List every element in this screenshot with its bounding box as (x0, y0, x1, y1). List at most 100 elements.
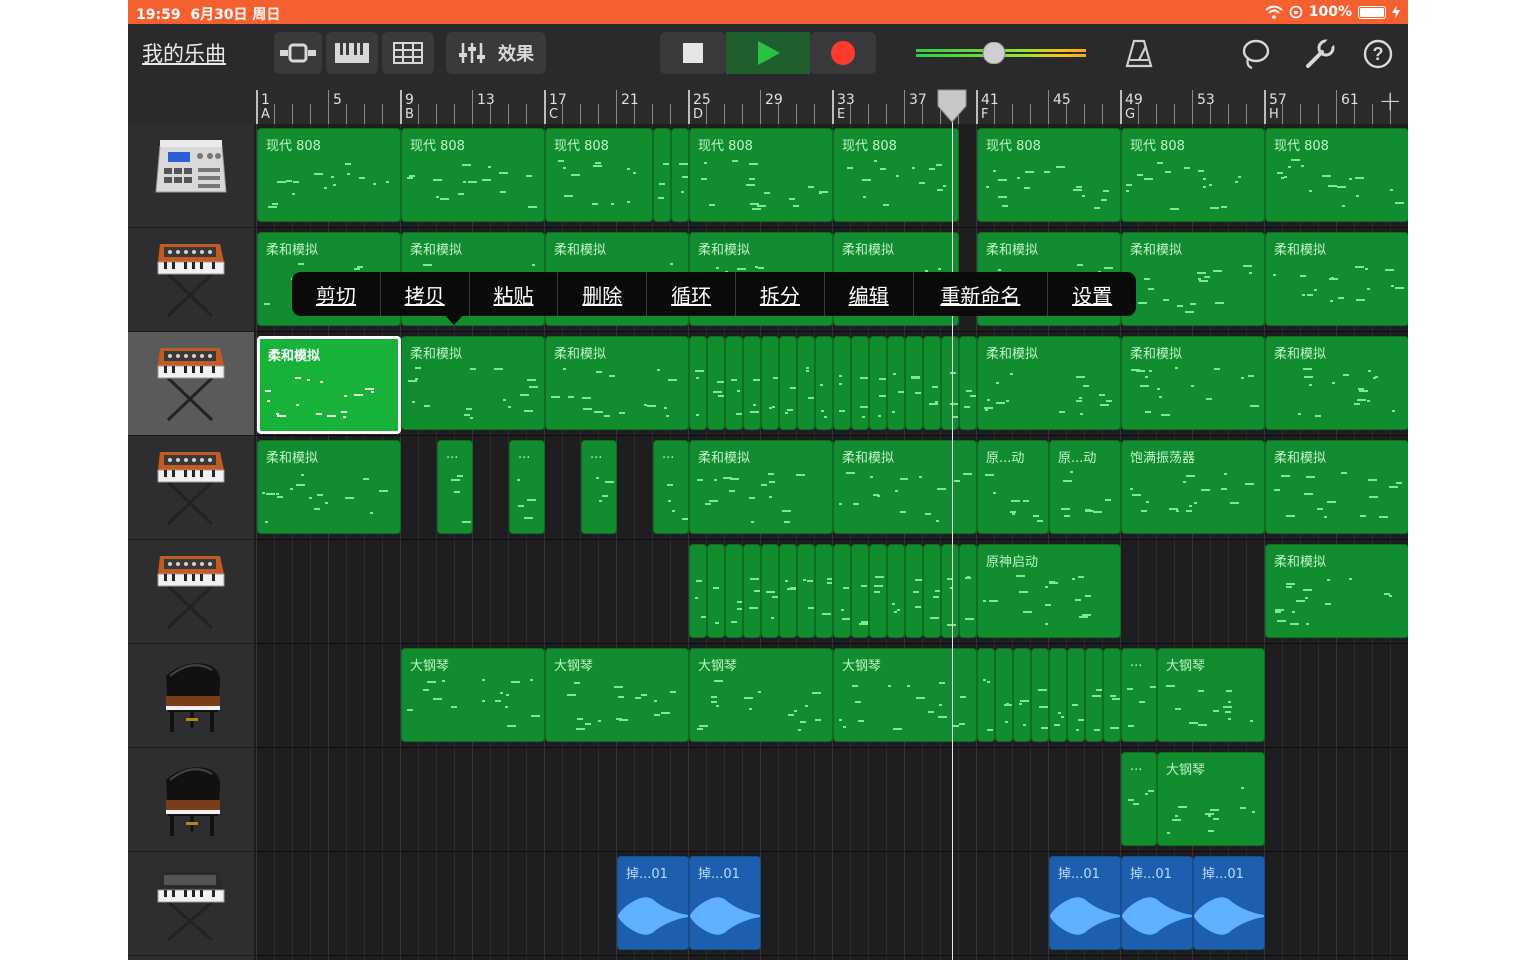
midi-region[interactable] (743, 544, 761, 638)
menu-item-6[interactable]: 编辑 (825, 272, 914, 316)
midi-region[interactable] (797, 336, 815, 430)
mixer-effects-button[interactable]: 效果 (446, 32, 546, 74)
midi-region[interactable]: 原神启动 (977, 544, 1121, 638)
midi-region[interactable] (1031, 648, 1049, 742)
midi-region[interactable] (761, 544, 779, 638)
midi-region[interactable]: 柔和模拟 (257, 336, 401, 434)
midi-region[interactable] (887, 544, 905, 638)
midi-region[interactable]: 现代 808 (545, 128, 653, 222)
midi-region[interactable]: 原...动 (1049, 440, 1121, 534)
loop-browser-button[interactable] (1240, 38, 1272, 70)
midi-region[interactable]: 柔和模拟 (1265, 544, 1408, 638)
track-header[interactable] (128, 124, 254, 228)
track-header[interactable] (128, 852, 254, 956)
midi-region[interactable] (761, 336, 779, 430)
midi-region[interactable]: 柔和模拟 (977, 336, 1121, 430)
track-header[interactable] (128, 228, 254, 332)
midi-region[interactable]: 柔和模拟 (1265, 336, 1408, 430)
play-button[interactable] (726, 32, 810, 74)
midi-region[interactable] (923, 336, 941, 430)
midi-region[interactable] (725, 544, 743, 638)
midi-region[interactable]: 柔和模拟 (833, 440, 977, 534)
midi-region[interactable]: 柔和模拟 (401, 336, 545, 430)
midi-region[interactable] (1103, 648, 1121, 742)
midi-region[interactable] (671, 128, 689, 222)
midi-region[interactable]: 柔和模拟 (1265, 440, 1408, 534)
keyboard-view-button[interactable] (326, 32, 378, 74)
audio-region[interactable]: 掉...01 (689, 856, 761, 950)
menu-item-7[interactable]: 重新命名 (914, 272, 1049, 316)
track-header[interactable] (128, 644, 254, 748)
browser-button[interactable] (274, 32, 322, 74)
midi-region[interactable] (905, 336, 923, 430)
midi-region[interactable] (1049, 648, 1067, 742)
midi-region[interactable] (1085, 648, 1103, 742)
midi-region[interactable]: 现代 808 (689, 128, 833, 222)
menu-item-0[interactable]: 剪切 (292, 272, 381, 316)
audio-region[interactable]: 掉...01 (1193, 856, 1265, 950)
midi-region[interactable]: ... (437, 440, 473, 534)
midi-region[interactable] (959, 544, 977, 638)
track-header[interactable] (128, 332, 254, 436)
midi-region[interactable] (779, 544, 797, 638)
midi-region[interactable] (1067, 648, 1085, 742)
playhead-handle[interactable] (936, 88, 968, 124)
audio-region[interactable]: 掉...01 (617, 856, 689, 950)
midi-region[interactable] (815, 544, 833, 638)
midi-region[interactable] (905, 544, 923, 638)
audio-region[interactable]: 掉...01 (1121, 856, 1193, 950)
add-section-button[interactable]: + (1379, 84, 1402, 117)
help-button[interactable]: ? (1362, 38, 1394, 70)
midi-region[interactable]: 柔和模拟 (545, 336, 689, 430)
track-header[interactable] (128, 748, 254, 852)
midi-region[interactable]: 柔和模拟 (689, 440, 833, 534)
menu-item-1[interactable]: 拷贝 (381, 272, 470, 316)
settings-button[interactable] (1304, 38, 1336, 70)
midi-region[interactable] (689, 336, 707, 430)
tracks-area[interactable]: 现代 808 现代 808 现代 808 现代 808 现代 808 现代 808 现代 8… (256, 124, 1408, 960)
midi-region[interactable]: 现代 808 (401, 128, 545, 222)
midi-region[interactable] (887, 336, 905, 430)
midi-region[interactable]: 现代 808 (1265, 128, 1408, 222)
my-songs-button[interactable]: 我的乐曲 (142, 38, 226, 68)
midi-region[interactable]: 饱满振荡器 (1121, 440, 1265, 534)
midi-region[interactable] (689, 544, 707, 638)
midi-region[interactable] (1013, 648, 1031, 742)
midi-region[interactable] (779, 336, 797, 430)
midi-region[interactable] (869, 336, 887, 430)
midi-region[interactable]: 大钢琴 (689, 648, 833, 742)
midi-region[interactable]: 大钢琴 (1157, 752, 1265, 846)
midi-region[interactable] (797, 544, 815, 638)
midi-region[interactable]: 柔和模拟 (257, 440, 401, 534)
audio-region[interactable]: 掉...01 (1049, 856, 1121, 950)
midi-region[interactable] (653, 128, 671, 222)
midi-region[interactable]: 大钢琴 (833, 648, 977, 742)
record-button[interactable] (810, 32, 876, 74)
midi-region[interactable]: 原...动 (977, 440, 1049, 534)
midi-region[interactable] (941, 336, 959, 430)
volume-slider[interactable] (914, 41, 1094, 65)
midi-region[interactable] (869, 544, 887, 638)
midi-region[interactable] (977, 648, 995, 742)
midi-region[interactable]: ... (581, 440, 617, 534)
midi-region[interactable]: 大钢琴 (401, 648, 545, 742)
midi-region[interactable] (743, 336, 761, 430)
stop-button[interactable] (660, 32, 726, 74)
midi-region[interactable] (833, 336, 851, 430)
midi-region[interactable]: 柔和模拟 (1121, 336, 1265, 430)
menu-item-8[interactable]: 设置 (1048, 272, 1136, 316)
midi-region[interactable]: ... (509, 440, 545, 534)
midi-region[interactable]: ... (653, 440, 689, 534)
track-header[interactable] (128, 436, 254, 540)
menu-item-2[interactable]: 粘贴 (470, 272, 559, 316)
timeline-ruler[interactable]: 1 5 9 13 17 21 25 29 33 37 41 45 49 53 57 61 A B C D E F G H + (256, 80, 1408, 124)
midi-region[interactable]: 柔和模拟 (1265, 232, 1408, 326)
midi-region[interactable] (851, 544, 869, 638)
menu-item-5[interactable]: 拆分 (736, 272, 825, 316)
midi-region[interactable] (833, 544, 851, 638)
midi-region[interactable]: ... (1121, 648, 1157, 742)
midi-region[interactable] (995, 648, 1013, 742)
midi-region[interactable] (851, 336, 869, 430)
midi-region[interactable]: 现代 808 (833, 128, 959, 222)
midi-region[interactable] (815, 336, 833, 430)
